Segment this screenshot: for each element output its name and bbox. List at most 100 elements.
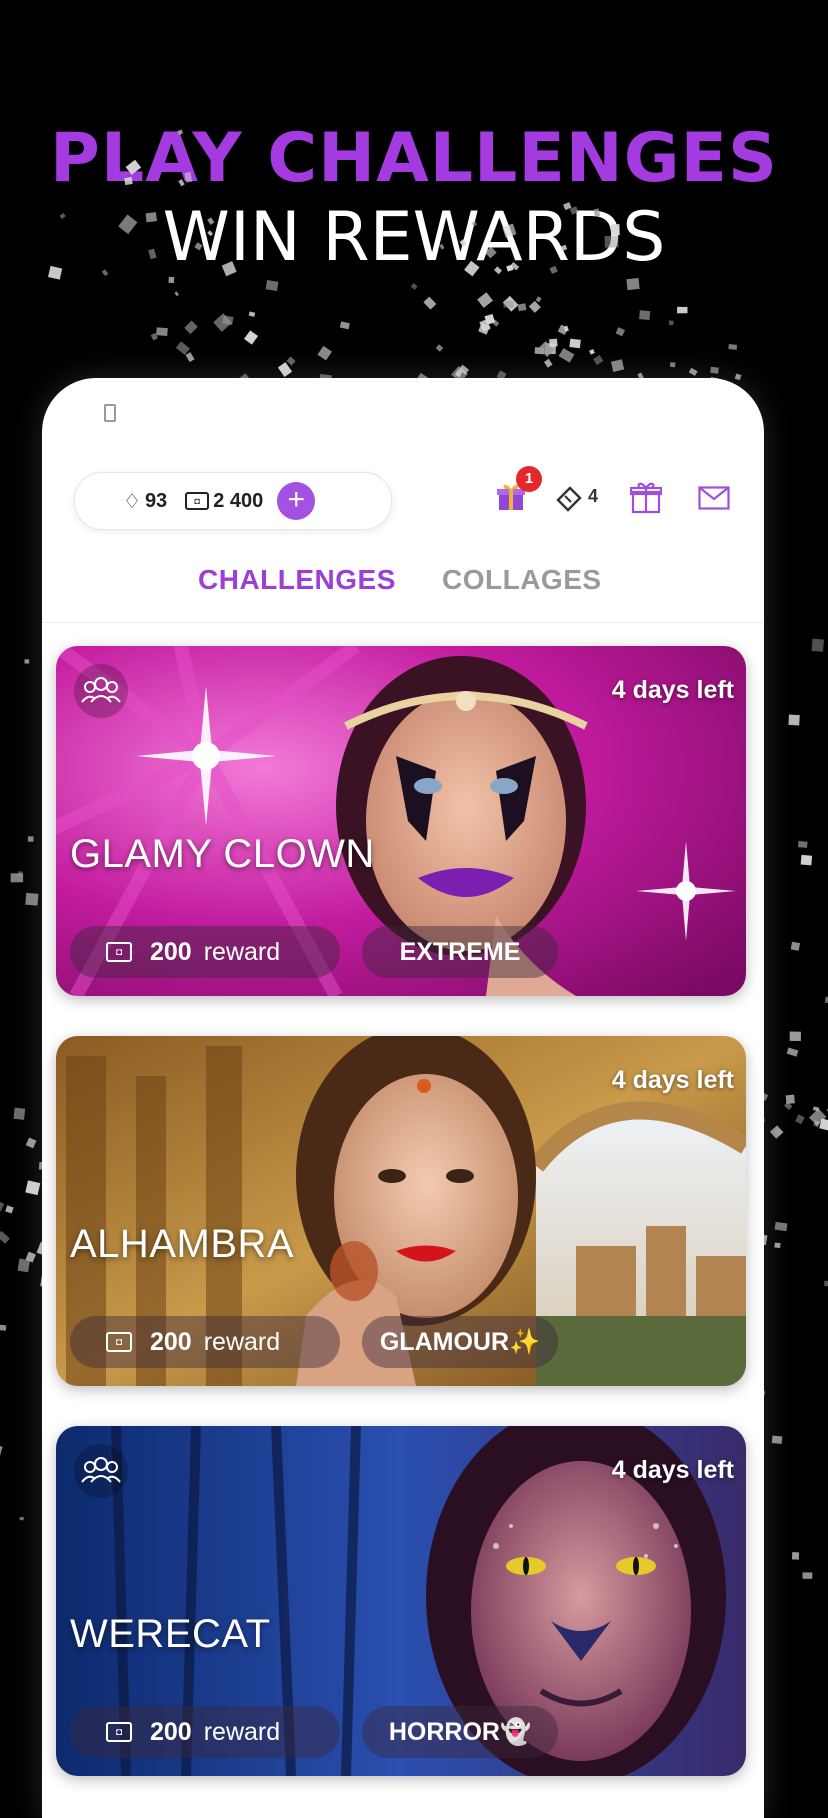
- days-left-label: 4 days left: [611, 1066, 734, 1094]
- confetti-piece: [25, 1137, 37, 1149]
- confetti-piece: [265, 280, 279, 292]
- headline-line-2: WIN REWARDS: [162, 198, 666, 277]
- confetti-piece: [785, 1094, 795, 1104]
- confetti-piece: [811, 638, 825, 652]
- challenge-title: GLAMY CLOWN: [70, 832, 375, 876]
- confetti-piece: [784, 1101, 793, 1111]
- confetti-piece: [502, 295, 519, 312]
- confetti-piece: [528, 300, 541, 313]
- add-currency-button[interactable]: +: [277, 482, 316, 520]
- confetti-piece: [534, 347, 545, 355]
- challenge-title: WERECAT: [70, 1612, 271, 1656]
- tab-collages[interactable]: COLLAGES: [442, 564, 602, 596]
- confetti-piece: [517, 303, 527, 312]
- confetti-piece: [477, 292, 493, 308]
- confetti-piece: [25, 892, 39, 906]
- confetti-piece: [549, 338, 558, 348]
- confetti-piece: [790, 941, 801, 951]
- confetti-piece: [615, 327, 626, 337]
- confetti-piece: [626, 277, 640, 291]
- confetti-piece: [802, 1572, 813, 1579]
- tab-bar: CHALLENGES COLLAGES: [42, 564, 764, 610]
- status-icon: [104, 404, 116, 422]
- confetti-piece: [639, 310, 651, 321]
- confetti-piece: [503, 300, 514, 309]
- reward-amount: 200: [150, 1327, 192, 1356]
- confetti-piece: [455, 369, 463, 378]
- confetti-piece: [538, 341, 555, 357]
- confetti-piece: [277, 362, 293, 377]
- top-bar: ♢ 93 ◘ 2 400 + 1 4: [42, 466, 764, 532]
- coin-icon: ◘: [185, 492, 210, 510]
- reward-pill: ◘ 200 reward: [70, 1706, 340, 1758]
- confetti-piece: [27, 836, 34, 842]
- reward-pill: ◘ 200 reward: [70, 926, 340, 978]
- wallet-pill[interactable]: ♢ 93 ◘ 2 400 +: [74, 472, 392, 530]
- challenge-card-alhambra[interactable]: 4 days left ALHAMBRA ◘ 200 reward GLAMOU…: [56, 1036, 746, 1386]
- gift-icon[interactable]: [630, 480, 662, 514]
- group-challenge-icon: [74, 664, 128, 718]
- confetti-piece: [17, 1258, 30, 1273]
- confetti-piece: [593, 354, 604, 366]
- promo-headline: PLAY CHALLENGES WIN REWARDS: [0, 120, 828, 278]
- phone-screen: ♢ 93 ◘ 2 400 + 1 4 CHALLENGES COLLAGES 4…: [42, 378, 764, 1818]
- reward-pill: ◘ 200 reward: [70, 1316, 340, 1368]
- confetti-piece: [435, 344, 444, 352]
- coin-icon: ◘: [106, 942, 132, 962]
- coin-icon: ◘: [106, 1332, 132, 1352]
- confetti-piece: [24, 659, 30, 664]
- reward-label: reward: [203, 1327, 281, 1356]
- confetti-piece: [771, 1435, 783, 1444]
- confetti-piece: [458, 364, 470, 375]
- confetti-piece: [569, 338, 581, 349]
- coins-count: 2 400: [213, 489, 264, 512]
- confetti-piece: [174, 291, 179, 297]
- confetti-piece: [774, 1127, 784, 1137]
- challenge-title: ALHAMBRA: [70, 1222, 295, 1266]
- confetti-piece: [13, 1107, 26, 1120]
- confetti-piece: [824, 1280, 828, 1287]
- confetti-piece: [248, 311, 256, 317]
- reward-label: reward: [203, 937, 281, 966]
- confetti-piece: [410, 282, 418, 290]
- confetti-piece: [25, 1251, 36, 1263]
- confetti-piece: [484, 313, 496, 325]
- confetti-piece: [339, 321, 350, 330]
- confetti-piece: [797, 840, 808, 848]
- group-challenge-icon: [74, 1444, 128, 1498]
- confetti-piece: [563, 325, 569, 332]
- confetti-piece: [710, 366, 719, 374]
- challenge-card-werecat[interactable]: 4 days left WERECAT ◘ 200 reward HORROR👻: [56, 1426, 746, 1776]
- confetti-piece: [184, 320, 198, 335]
- confetti-piece: [800, 854, 813, 866]
- category-pill: GLAMOUR✨: [362, 1316, 558, 1368]
- notification-badge: 1: [516, 466, 542, 492]
- confetti-piece: [734, 373, 742, 381]
- confetti-piece: [769, 1125, 784, 1139]
- tab-divider: [42, 622, 764, 623]
- confetti-piece: [558, 347, 575, 363]
- confetti-piece: [677, 306, 688, 314]
- confetti-piece: [0, 1324, 7, 1331]
- confetti-piece: [535, 296, 542, 303]
- confetti-piece: [819, 1118, 828, 1131]
- confetti-piece: [5, 1205, 14, 1214]
- mail-icon[interactable]: [698, 486, 730, 510]
- ticket-icon[interactable]: [554, 484, 584, 512]
- confetti-piece: [545, 343, 556, 355]
- confetti-piece: [156, 327, 168, 336]
- category-pill: EXTREME: [362, 926, 558, 978]
- confetti-piece: [478, 322, 491, 335]
- confetti-piece: [791, 1552, 800, 1560]
- confetti-piece: [25, 1180, 41, 1196]
- challenge-card-glamy-clown[interactable]: 4 days left GLAMY CLOWN ◘ 200 reward EXT…: [56, 646, 746, 996]
- confetti-piece: [789, 1031, 801, 1042]
- confetti-piece: [668, 320, 674, 326]
- headline-line-1: PLAY CHALLENGES: [50, 119, 778, 198]
- confetti-piece: [774, 1242, 781, 1248]
- tab-challenges[interactable]: CHALLENGES: [198, 564, 396, 596]
- confetti-piece: [286, 356, 296, 366]
- days-left-label: 4 days left: [611, 1456, 734, 1484]
- reward-amount: 200: [150, 937, 192, 966]
- confetti-piece: [423, 296, 437, 310]
